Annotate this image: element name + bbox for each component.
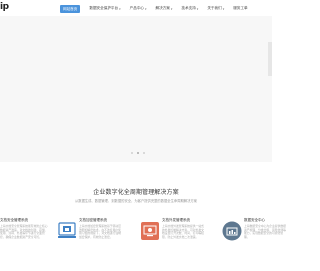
nav-data-security-platform-label: 数据安全保护平台 [89,6,119,10]
chart-circle-icon [222,221,242,241]
banner-decoration [268,42,272,76]
nav-solutions-label: 解决方案 [155,6,170,10]
nav-about-label: 关于我们 [207,6,222,10]
product-title[interactable]: 文档加密管理系统 [79,218,123,223]
chevron-down-icon: ▾ [196,6,199,11]
product-description: 上海文档加密管理系统基于驱动层透明加解密技术，在不改变用户使用习惯的前提下，对文… [79,224,121,239]
nav-products-label: 产品中心 [129,6,145,10]
product-title[interactable]: 文档外发管理系统 [162,218,206,223]
nav-support[interactable]: 技术支持 ▾ [181,6,198,11]
main-nav: 网站首页 数据安全保护平台 ▾ 产品中心 ▾ 解决方案 ▾ 技术支持 ▾ 关于我们 ▾ 服… [60,3,257,14]
site-header: ip 网站首页 数据安全保护平台 ▾ 产品中心 ▾ 解决方案 ▾ 技术支持 ▾ 关于我们… [0,0,272,16]
product-title[interactable]: 数据安全中心 [244,218,288,223]
chevron-down-icon: ▾ [170,6,173,11]
product-title[interactable]: 文档安全管理系统 [0,218,50,223]
hero-banner[interactable] [0,16,272,162]
nav-home[interactable]: 网站首页 [60,4,81,13]
chevron-down-icon: ▾ [145,6,147,11]
section-subtitle: 从数据生成、数据管理、到数据的安全，为客户提供完整的数据全生命周期解决方案 [75,199,197,203]
chevron-down-icon: ▾ [119,6,121,11]
site-logo[interactable]: ip [0,2,9,12]
monitor-shield-icon [140,221,160,241]
carousel-dot-3[interactable] [143,152,145,154]
section-title: 企业数字化全周期管理解决方案 [93,190,179,196]
product-description: 上海数据安全中心为企业提供数据资产梳理、分类分级、风险监测等能力，实现数据安全的… [244,224,286,239]
nav-solutions[interactable]: 解决方案 ▾ [156,6,173,11]
product-description: 上海文档外发管理系统提供一站式的外发控制解决方案，可对外发文档设置打开次数、时间… [162,224,204,239]
product-description: 上海文档安全管理系统能有效防止核心数据资产泄露，对文档的创建、存储、使用、流转、… [0,224,48,239]
document-lock-icon [57,221,77,241]
nav-support-label: 技术支持 [181,6,196,10]
nav-data-security-platform[interactable]: 数据安全保护平台 ▾ [89,6,120,11]
nav-products[interactable]: 产品中心 ▾ [130,6,147,11]
nav-service-tickets[interactable]: 服务工单 [233,6,247,11]
carousel-dots [131,152,149,154]
nav-service-tickets-label: 服务工单 [233,6,248,10]
carousel-dot-2[interactable] [137,152,139,154]
nav-home-label: 网站首页 [63,6,78,11]
nav-about[interactable]: 关于我们 ▾ [207,6,224,11]
carousel-dot-1[interactable] [131,152,133,154]
chevron-down-icon: ▾ [222,6,225,11]
